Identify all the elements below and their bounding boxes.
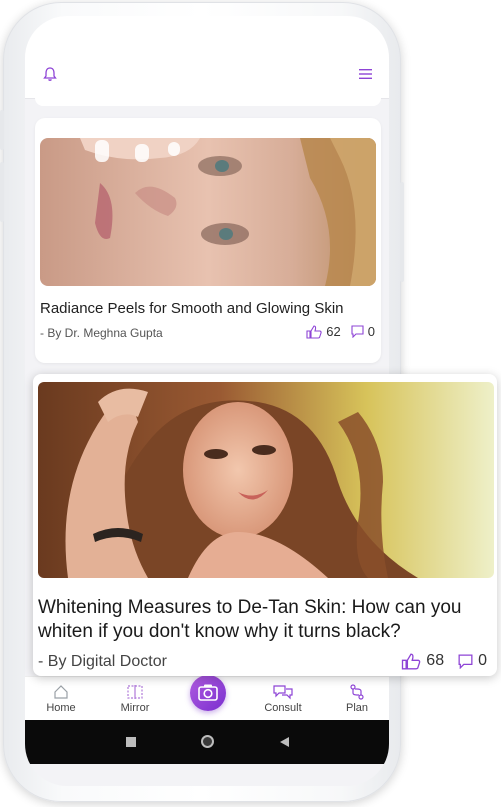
home-system-button[interactable] — [201, 735, 214, 748]
nav-home[interactable]: Home — [31, 684, 91, 714]
camera-icon — [198, 684, 218, 701]
menu-icon[interactable] — [359, 68, 372, 80]
article-title[interactable]: Radiance Peels for Smooth and Glowing Sk… — [40, 300, 344, 317]
article-author: - By Dr. Meghna Gupta — [40, 326, 163, 340]
power-button — [400, 182, 404, 282]
article-image — [38, 382, 494, 578]
camera-button[interactable] — [190, 675, 226, 711]
nav-plan[interactable]: Plan — [327, 684, 387, 714]
volume-button — [0, 110, 4, 150]
back-button[interactable] — [278, 736, 290, 748]
comment-icon[interactable] — [351, 325, 364, 338]
article-image — [40, 138, 376, 286]
comment-icon[interactable] — [458, 654, 473, 669]
mirror-icon — [127, 685, 143, 699]
nav-home-label: Home — [46, 702, 76, 714]
home-icon — [54, 685, 68, 699]
previous-card-edge — [35, 98, 381, 106]
volume-button — [0, 162, 4, 222]
comment-count: 0 — [478, 652, 487, 669]
article-meta: 68 0 — [401, 652, 487, 670]
thumbs-up-icon[interactable] — [401, 653, 421, 670]
nav-mirror[interactable]: Mirror — [105, 684, 165, 714]
consult-icon — [273, 685, 293, 700]
article-title[interactable]: Whitening Measures to De-Tan Skin: How c… — [38, 596, 493, 644]
featured-article-card[interactable]: Whitening Measures to De-Tan Skin: How c… — [33, 374, 497, 676]
system-nav-bar — [25, 720, 389, 764]
bottom-nav: Home Mirror Consult Plan — [25, 675, 389, 721]
thumbs-up-icon[interactable] — [306, 324, 322, 339]
bell-icon[interactable] — [42, 66, 58, 82]
nav-consult-label: Consult — [264, 702, 302, 714]
nav-consult[interactable]: Consult — [253, 684, 313, 714]
article-author: - By Digital Doctor — [38, 653, 167, 670]
nav-plan-label: Plan — [345, 702, 369, 714]
like-count: 68 — [426, 652, 445, 669]
nav-mirror-label: Mirror — [120, 702, 150, 714]
article-meta: 62 0 — [306, 324, 375, 339]
article-card[interactable]: Radiance Peels for Smooth and Glowing Sk… — [35, 118, 381, 363]
like-count: 62 — [326, 324, 341, 339]
plan-icon — [350, 684, 364, 700]
top-bar — [25, 16, 389, 99]
comment-count: 0 — [367, 324, 375, 339]
recent-apps-button[interactable] — [126, 737, 136, 747]
